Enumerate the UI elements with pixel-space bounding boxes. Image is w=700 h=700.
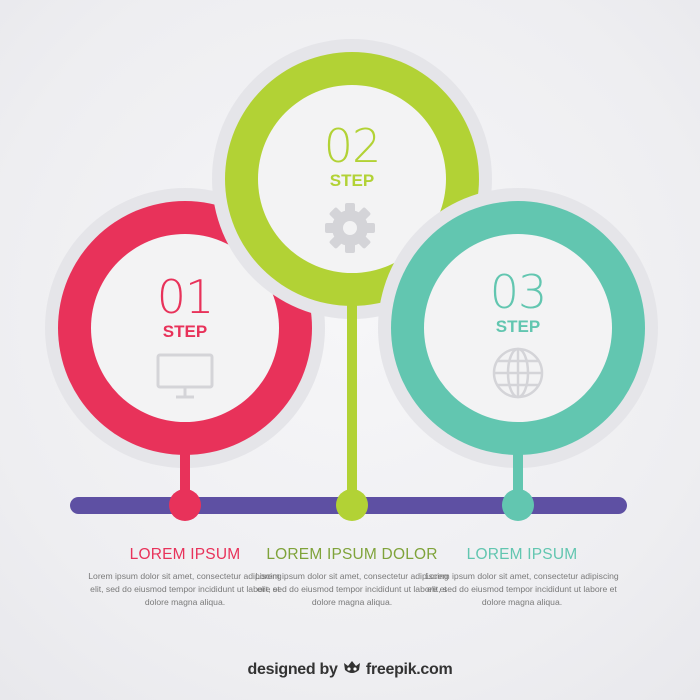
footer-prefix: designed by [247, 661, 338, 678]
step-2-number: 02 [324, 119, 381, 173]
step-3: 03 STEP [378, 188, 658, 521]
step-3-number: 03 [490, 265, 547, 319]
step-2-node [336, 489, 368, 521]
step-3-title: LOREM IPSUM [466, 546, 578, 563]
step-1-label: STEP [163, 322, 207, 341]
step-1-node [169, 489, 201, 521]
step-3-description: LOREM IPSUM Lorem ipsum dolor sit amet, … [422, 546, 622, 609]
step-2-stem [347, 290, 357, 502]
step-3-text: Lorem ipsum dolor sit amet, consectetur … [425, 571, 619, 607]
globe-icon [492, 347, 544, 399]
footer-brand[interactable]: freepik.com [366, 661, 453, 678]
footer-credit: designed by freepik.com [0, 660, 700, 679]
step-1-number: 01 [157, 270, 214, 324]
step-3-label: STEP [496, 317, 540, 336]
freepik-logo-icon [343, 661, 360, 673]
gear-icon [325, 203, 375, 253]
step-2-label: STEP [330, 171, 374, 190]
step-3-node [502, 489, 534, 521]
